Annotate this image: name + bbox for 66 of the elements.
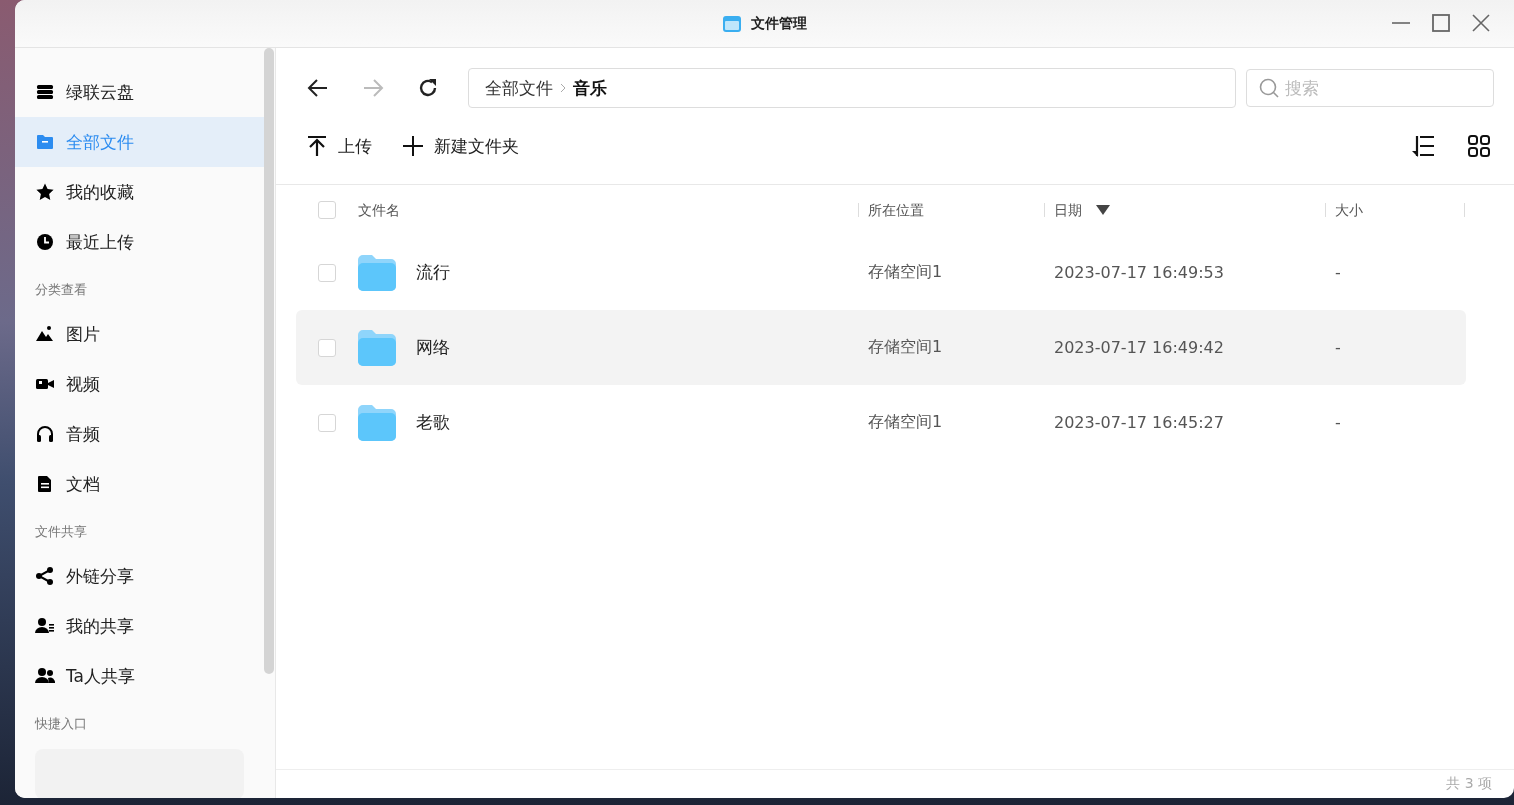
column-header[interactable]: 日期 [1054, 203, 1082, 217]
location-cell-text: 存储空间1 [867, 262, 944, 283]
sort-list-icon[interactable] [1410, 133, 1436, 159]
size-cell-text: - [1334, 413, 1342, 432]
row-checkbox[interactable] [318, 338, 336, 357]
share-icon [35, 566, 55, 586]
row-checkbox[interactable] [318, 263, 336, 282]
scrollbar[interactable] [264, 48, 274, 674]
file-name[interactable]: 网络 [416, 336, 450, 359]
column-header[interactable]: 文件名 [358, 203, 400, 217]
sidebar-item[interactable]: 我的收藏 [15, 167, 264, 217]
sidebar-item[interactable]: 我的共享 [15, 601, 264, 651]
upload-button[interactable]: 上传 [306, 134, 372, 158]
breadcrumb-link[interactable]: 音乐 [573, 76, 607, 100]
close-icon[interactable] [1470, 12, 1492, 34]
breadcrumb-link[interactable]: 全部文件 [485, 76, 553, 100]
maximize-icon[interactable] [1430, 12, 1452, 34]
location-cell-text: 存储空间1 [867, 337, 944, 358]
file-row[interactable]: 老歌 存储空间1 2023-07-17 16:45:27 - [296, 385, 1466, 460]
location-cell-text: 存储空间1 [867, 412, 944, 433]
user-list-icon [35, 616, 55, 636]
item-count: 共 3 项 [1446, 775, 1492, 793]
storage-icon [35, 82, 55, 102]
chevron-icon [559, 82, 567, 94]
sidebar-item[interactable]: Ta人共享 [15, 651, 264, 701]
column-header[interactable]: 大小 [1335, 203, 1363, 217]
sidebar-item[interactable]: 最近上传 [15, 217, 264, 267]
search-icon [1258, 77, 1280, 99]
date-cell-text: 2023-07-17 16:49:42 [1053, 338, 1225, 357]
date-cell-text: 2023-07-17 16:45:27 [1053, 413, 1225, 432]
sidebar-item[interactable]: 音频 [15, 409, 264, 459]
file-row[interactable]: 流行 存储空间1 2023-07-17 16:49:53 - [296, 235, 1466, 310]
folder-icon [358, 329, 396, 366]
section-heading: 分类查看 [34, 281, 88, 299]
section-heading: 快捷入口 [34, 715, 88, 733]
search-field[interactable]: 搜索 [1246, 69, 1494, 107]
file-name[interactable]: 老歌 [416, 411, 450, 434]
grid-view-icon[interactable] [1466, 133, 1492, 159]
users-icon [35, 666, 55, 686]
section-heading: 文件共享 [34, 523, 88, 541]
sidebar-item[interactable]: 文档 [15, 459, 264, 509]
folder-icon [358, 404, 396, 441]
new-folder-button[interactable]: 新建文件夹 [402, 134, 519, 158]
clock-icon [35, 232, 55, 252]
upload-icon [306, 135, 328, 157]
window-title: 文件管理 [750, 14, 807, 33]
sidebar-item[interactable]: 视频 [15, 359, 264, 409]
sort-down-icon[interactable] [1096, 205, 1110, 215]
plus-icon [402, 135, 424, 157]
date-cell-text: 2023-07-17 16:49:53 [1053, 263, 1225, 282]
folder-icon [358, 254, 396, 291]
window-icon [722, 15, 741, 32]
file-name[interactable]: 流行 [416, 261, 450, 284]
sidebar-item[interactable]: 外链分享 [15, 551, 264, 601]
file-row[interactable]: 网络 存储空间1 2023-07-17 16:49:42 - [296, 310, 1466, 385]
headphones-icon [35, 424, 55, 444]
column-header[interactable]: 所在位置 [868, 203, 924, 217]
image-icon [35, 324, 55, 344]
select-all-checkbox[interactable] [318, 201, 336, 219]
row-checkbox[interactable] [318, 413, 336, 432]
folder-icon [35, 132, 55, 152]
sidebar-item[interactable]: 图片 [15, 309, 264, 359]
size-cell-text: - [1334, 338, 1342, 357]
sidebar-item[interactable]: 绿联云盘 [15, 67, 264, 117]
size-cell-text: - [1334, 263, 1342, 282]
star-icon [35, 182, 55, 202]
